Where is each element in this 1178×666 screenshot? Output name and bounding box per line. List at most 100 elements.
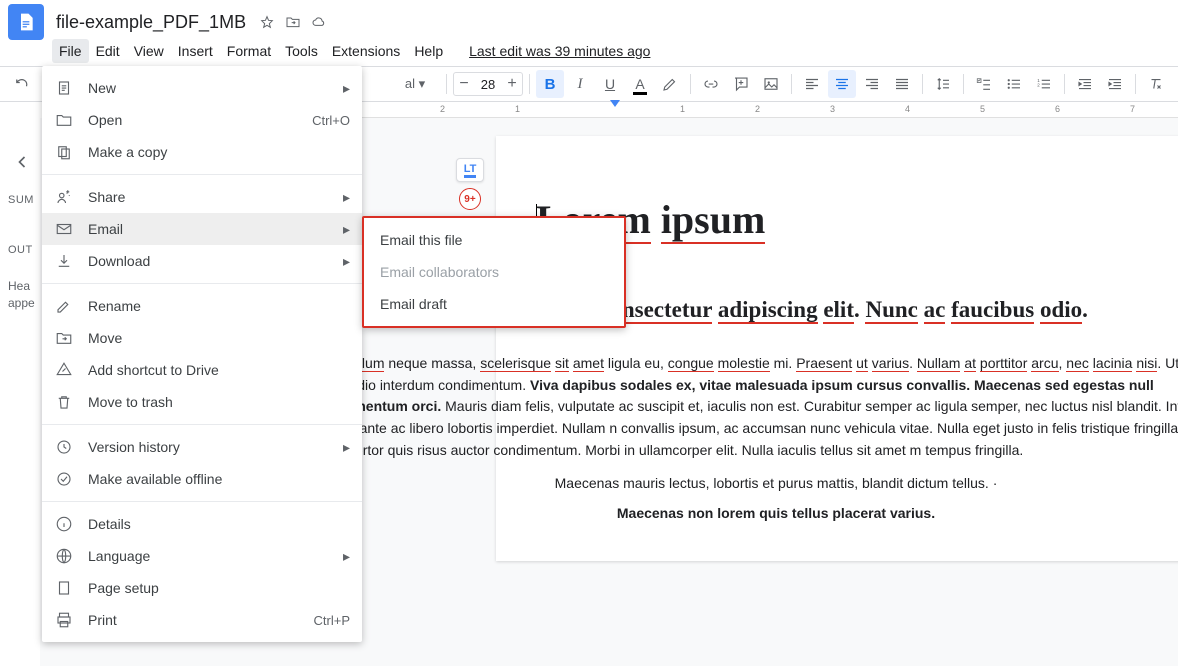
numbered-list-button[interactable]: 12 [1030,70,1058,98]
star-icon[interactable] [258,13,276,31]
separator [446,74,447,94]
shortcut-label: Ctrl+P [314,613,350,628]
menu-item-new[interactable]: New ▸ [42,72,362,104]
document-page[interactable]: Lorem ipsum Lorem ipsum dolor sit amet, … [496,136,1178,561]
doc-paragraph-centered[interactable]: Maecenas mauris lectus, lobortis et puru… [316,475,1178,491]
move-icon [54,328,74,348]
undo-button[interactable] [8,70,36,98]
share-icon [54,187,74,207]
folder-icon [54,110,74,130]
last-edit-link[interactable]: Last edit was 39 minutes ago [462,39,657,63]
checklist-button[interactable] [970,70,998,98]
line-spacing-button[interactable] [929,70,957,98]
indent-increase-button[interactable] [1101,70,1129,98]
document-icon [54,78,74,98]
font-size-value[interactable]: 28 [474,77,502,92]
doc-paragraph[interactable]: Vestibulum neque massa, scelerisque sit … [316,353,1178,461]
move-folder-icon[interactable] [284,13,302,31]
separator [690,74,691,94]
menu-item-share[interactable]: Share ▸ [42,181,362,213]
back-arrow-icon[interactable] [12,152,32,175]
file-menu-dropdown: New ▸ Open Ctrl+O Make a copy Share ▸ Em… [42,66,362,642]
indent-decrease-button[interactable] [1071,70,1099,98]
shortcut-label: Ctrl+O [312,113,350,128]
rename-icon [54,296,74,316]
outline-headings-hint: Hea appe [8,278,40,312]
doc-paragraph-centered-bold[interactable]: Maecenas non lorem quis tellus placerat … [316,505,1178,521]
menu-item-move[interactable]: Move [42,322,362,354]
document-title[interactable]: file-example_PDF_1MB [56,12,246,33]
italic-button[interactable]: I [566,70,594,98]
cloud-status-icon[interactable] [310,13,328,31]
menu-item-make-copy[interactable]: Make a copy [42,136,362,168]
suggestion-count-badge[interactable]: 9+ [459,188,481,210]
menu-item-trash[interactable]: Move to trash [42,386,362,418]
copy-icon [54,142,74,162]
languagetool-badge[interactable]: LT [456,158,484,182]
chevron-right-icon: ▸ [343,80,350,97]
menu-item-version-history[interactable]: Version history ▸ [42,431,362,463]
menu-format[interactable]: Format [220,39,278,63]
styles-dropdown[interactable]: al ▾ [390,70,440,98]
menu-item-download[interactable]: Download ▸ [42,245,362,277]
text-color-button[interactable]: A [626,70,654,98]
page-icon [54,578,74,598]
font-size-control: − 28 + [453,72,523,96]
add-comment-button[interactable] [727,70,755,98]
menu-divider [42,424,362,425]
menu-item-open[interactable]: Open Ctrl+O [42,104,362,136]
docs-logo[interactable] [8,4,44,40]
separator [1135,74,1136,94]
separator [1064,74,1065,94]
submenu-email-draft[interactable]: Email draft [364,288,624,320]
menu-item-email[interactable]: Email ▸ [42,213,362,245]
insert-link-button[interactable] [697,70,725,98]
chevron-right-icon: ▸ [343,439,350,456]
separator [791,74,792,94]
drive-shortcut-icon [54,360,74,380]
bold-button[interactable]: B [536,70,564,98]
outline-section-label[interactable]: OUT [8,244,33,256]
svg-text:2: 2 [1037,82,1040,87]
menu-divider [42,501,362,502]
submenu-email-this-file[interactable]: Email this file [364,224,624,256]
font-size-increase[interactable]: + [502,75,522,93]
info-icon [54,514,74,534]
bullet-list-button[interactable] [1000,70,1028,98]
menu-item-language[interactable]: Language ▸ [42,540,362,572]
separator [963,74,964,94]
align-left-button[interactable] [798,70,826,98]
menu-tools[interactable]: Tools [278,39,325,63]
align-right-button[interactable] [858,70,886,98]
menu-insert[interactable]: Insert [171,39,220,63]
menu-item-rename[interactable]: Rename [42,290,362,322]
menu-edit[interactable]: Edit [89,39,127,63]
email-submenu: Email this file Email collaborators Emai… [362,216,626,328]
clear-formatting-button[interactable] [1142,70,1170,98]
menu-view[interactable]: View [127,39,171,63]
chevron-right-icon: ▸ [343,253,350,270]
menu-extensions[interactable]: Extensions [325,39,407,63]
menu-item-page-setup[interactable]: Page setup [42,572,362,604]
menu-item-offline[interactable]: Make available offline [42,463,362,495]
download-icon [54,251,74,271]
insert-image-button[interactable] [757,70,785,98]
align-justify-button[interactable] [888,70,916,98]
menu-file[interactable]: File [52,39,89,63]
underline-button[interactable]: U [596,70,624,98]
menu-item-add-shortcut[interactable]: Add shortcut to Drive [42,354,362,386]
highlight-button[interactable] [656,70,684,98]
menu-help[interactable]: Help [407,39,450,63]
summary-section-label[interactable]: SUM [8,194,34,206]
menu-divider [42,283,362,284]
globe-icon [54,546,74,566]
chevron-right-icon: ▸ [343,189,350,206]
separator [922,74,923,94]
menu-divider [42,174,362,175]
align-center-button[interactable] [828,70,856,98]
doc-heading-1[interactable]: Lorem ipsum [536,196,1178,244]
menu-item-details[interactable]: Details [42,508,362,540]
font-size-decrease[interactable]: − [454,75,474,93]
menu-item-print[interactable]: Print Ctrl+P [42,604,362,636]
page-side-widgets: LT 9+ [456,158,492,210]
